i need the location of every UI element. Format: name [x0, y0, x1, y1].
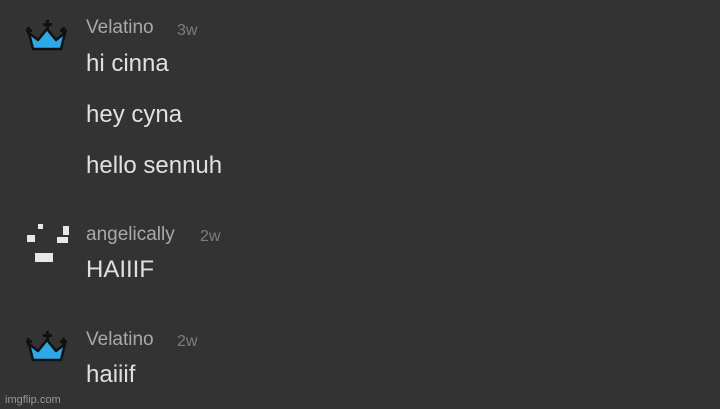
- pixel-smile-icon[interactable]: [26, 224, 70, 262]
- message-text: hello sennuh: [86, 152, 223, 179]
- username[interactable]: Velatino: [86, 329, 154, 351]
- timestamp: 2w: [200, 228, 221, 245]
- message-text: HAIIIF: [86, 256, 155, 283]
- username[interactable]: angelically: [86, 224, 175, 246]
- crown-icon[interactable]: [26, 331, 70, 362]
- message-text: haiiif: [86, 361, 136, 388]
- timestamp: 3w: [177, 22, 198, 39]
- username[interactable]: Velatino: [86, 17, 154, 39]
- chat-log: Velatino 3w hi cinna hey cyna hello senn…: [0, 0, 720, 409]
- crown-icon[interactable]: [26, 20, 70, 51]
- timestamp: 2w: [177, 333, 198, 350]
- watermark: imgflip.com: [5, 394, 61, 406]
- message-text: hi cinna: [86, 50, 169, 77]
- message-text: hey cyna: [86, 101, 183, 128]
